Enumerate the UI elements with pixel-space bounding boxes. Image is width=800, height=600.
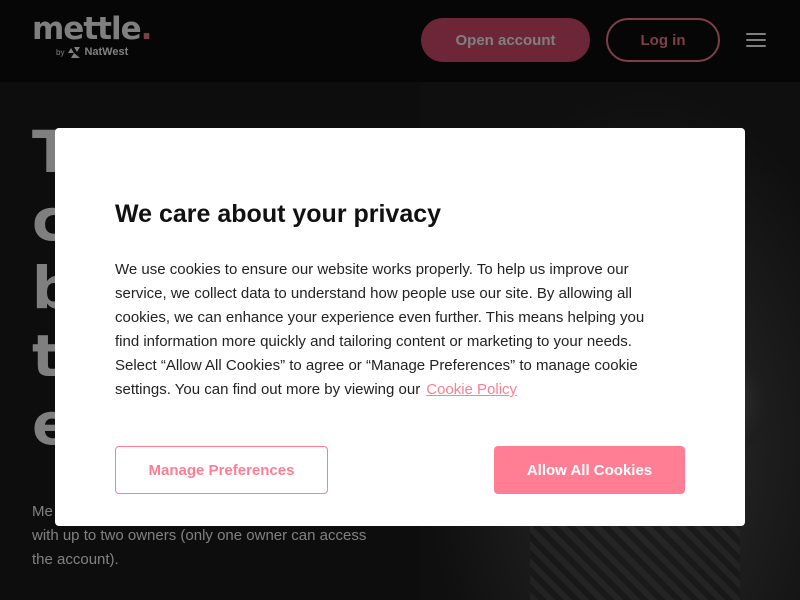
dialog-body-line: find information more quickly and tailor… — [115, 333, 632, 350]
cookie-policy-link[interactable]: Cookie Policy — [426, 381, 517, 398]
dialog-body-line: Select “Allow All Cookies” to agree or “… — [115, 357, 638, 374]
dialog-title: We care about your privacy — [115, 200, 442, 228]
manage-preferences-button[interactable]: Manage Preferences — [115, 446, 328, 494]
dialog-body-line: cookies, we can enhance your experience … — [115, 309, 645, 326]
allow-all-cookies-button[interactable]: Allow All Cookies — [494, 446, 685, 494]
dialog-body: We use cookies to ensure our website wor… — [115, 258, 690, 402]
dialog-body-line: service, we collect data to understand h… — [115, 285, 632, 302]
dialog-body-line: settings. You can find out more by viewi… — [115, 381, 421, 398]
cookie-consent-dialog: We care about your privacy We use cookie… — [55, 128, 745, 526]
dialog-body-line-last: settings. You can find out more by viewi… — [115, 378, 690, 402]
dialog-body-line: We use cookies to ensure our website wor… — [115, 261, 629, 278]
